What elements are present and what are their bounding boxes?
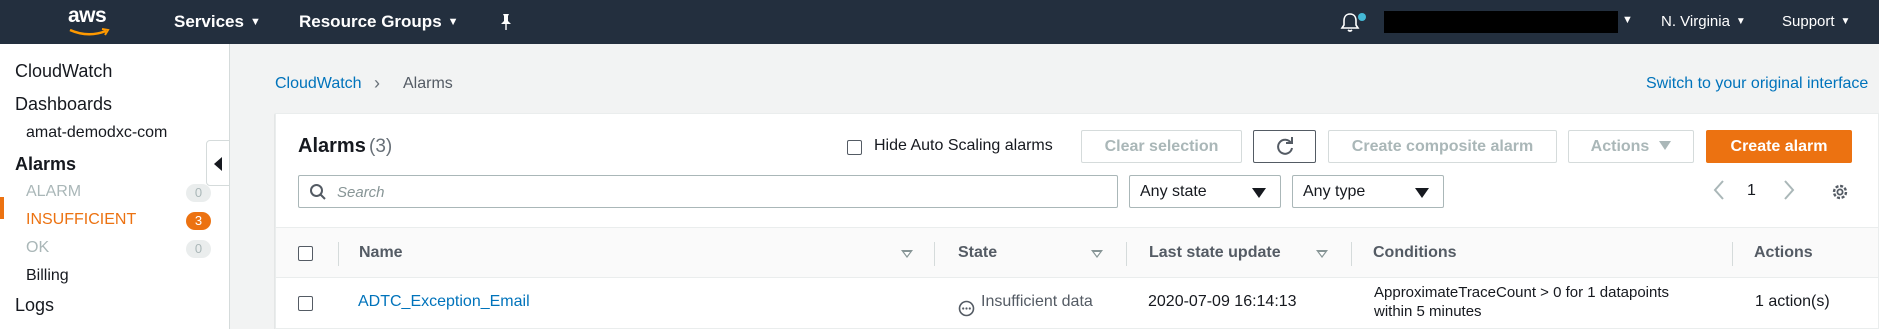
ok-count-badge: 0 bbox=[186, 240, 211, 258]
caret-down-icon bbox=[1252, 188, 1266, 198]
sort-icon[interactable] bbox=[1091, 250, 1103, 258]
alarm-count: (3) bbox=[369, 136, 393, 157]
account-menu-redacted[interactable] bbox=[1384, 11, 1618, 33]
column-header-state[interactable]: State bbox=[958, 244, 997, 262]
last-update-value: 2020-07-09 16:14:13 bbox=[1148, 293, 1297, 310]
switch-interface-link[interactable]: Switch to your original interface bbox=[1646, 75, 1868, 93]
sidebar-item-billing[interactable]: Billing bbox=[26, 267, 69, 285]
caret-left-icon bbox=[214, 157, 222, 171]
search-placeholder: Search bbox=[337, 184, 385, 201]
active-indicator bbox=[0, 197, 4, 219]
column-header-last-update[interactable]: Last state update bbox=[1149, 244, 1281, 262]
search-icon bbox=[310, 184, 326, 200]
row-select-checkbox[interactable] bbox=[298, 296, 313, 311]
alarm-name-link[interactable]: ADTC_Exception_Email bbox=[358, 293, 530, 311]
row-actions-count: 1 action(s) bbox=[1755, 293, 1830, 310]
aws-smile-icon bbox=[69, 28, 110, 36]
state-filter-select[interactable]: Any state bbox=[1129, 175, 1281, 208]
hide-autoscaling-checkbox[interactable] bbox=[847, 140, 862, 155]
notification-dot bbox=[1358, 13, 1366, 21]
refresh-button[interactable] bbox=[1253, 130, 1316, 163]
caret-down-icon bbox=[1659, 141, 1672, 150]
column-divider bbox=[1351, 242, 1352, 266]
column-header-actions: Actions bbox=[1754, 244, 1813, 261]
create-alarm-button[interactable]: Create alarm bbox=[1706, 130, 1852, 163]
sidebar-item-logs[interactable]: Logs bbox=[15, 295, 54, 316]
sidebar: CloudWatch Dashboards amat-demodxc-com A… bbox=[0, 44, 230, 329]
sort-icon[interactable] bbox=[1316, 250, 1328, 258]
sort-icon[interactable] bbox=[901, 250, 913, 258]
chevron-down-icon: ▼ bbox=[447, 16, 459, 28]
next-page-icon[interactable] bbox=[1782, 178, 1796, 202]
breadcrumb-cloudwatch[interactable]: CloudWatch bbox=[275, 75, 362, 93]
chevron-down-icon: ▼ bbox=[1840, 16, 1851, 27]
breadcrumb-separator-icon: › bbox=[374, 73, 380, 93]
sidebar-item-insufficient-state[interactable]: INSUFFICIENT bbox=[26, 211, 136, 229]
top-navigation-bar: aws Services ▼ Resource Groups ▼ ▼ N. Virg… bbox=[0, 0, 1879, 44]
caret-down-icon bbox=[1415, 188, 1429, 198]
clear-selection-button[interactable]: Clear selection bbox=[1081, 130, 1242, 163]
resource-groups-label: Resource Groups bbox=[299, 12, 442, 31]
column-divider bbox=[1126, 242, 1127, 266]
select-all-checkbox[interactable] bbox=[298, 246, 313, 261]
services-label: Services bbox=[174, 12, 244, 31]
collapse-sidebar-button[interactable] bbox=[206, 140, 230, 186]
actions-dropdown[interactable]: Actions bbox=[1568, 130, 1694, 163]
actions-label: Actions bbox=[1590, 138, 1650, 155]
chevron-down-icon: ▼ bbox=[249, 16, 261, 28]
support-menu[interactable]: Support ▼ bbox=[1782, 13, 1850, 30]
insufficient-data-icon bbox=[958, 300, 975, 317]
panel-title: Alarms bbox=[298, 135, 366, 157]
support-label: Support bbox=[1782, 13, 1835, 30]
column-divider bbox=[338, 242, 339, 266]
resource-groups-menu[interactable]: Resource Groups ▼ bbox=[299, 12, 459, 32]
conditions-line-2: within 5 minutes bbox=[1374, 303, 1482, 320]
hide-autoscaling-label[interactable]: Hide Auto Scaling alarms bbox=[874, 137, 1053, 155]
table-header: Name State Last state update Conditions … bbox=[276, 227, 1878, 278]
chevron-down-icon: ▼ bbox=[1735, 16, 1746, 27]
search-input[interactable]: Search bbox=[298, 175, 1118, 208]
column-divider bbox=[934, 242, 935, 266]
refresh-icon bbox=[1277, 137, 1293, 155]
region-label: N. Virginia bbox=[1661, 13, 1730, 30]
aws-logo-text: aws bbox=[68, 4, 107, 27]
column-header-conditions: Conditions bbox=[1373, 244, 1457, 261]
sidebar-item-dashboards[interactable]: Dashboards bbox=[15, 94, 112, 115]
sidebar-item-dashboard[interactable]: amat-demodxc-com bbox=[26, 124, 167, 142]
conditions-line-1: ApproximateTraceCount > 0 for 1 datapoin… bbox=[1374, 284, 1670, 301]
type-filter-value: Any type bbox=[1303, 183, 1366, 200]
alarm-count-badge: 0 bbox=[186, 184, 211, 202]
sidebar-item-alarm-state[interactable]: ALARM bbox=[26, 183, 81, 201]
create-composite-alarm-button[interactable]: Create composite alarm bbox=[1328, 130, 1557, 163]
type-filter-select[interactable]: Any type bbox=[1292, 175, 1444, 208]
alarms-panel: Alarms (3) Hide Auto Scaling alarms Clea… bbox=[275, 113, 1879, 329]
current-page-number[interactable]: 1 bbox=[1747, 182, 1756, 200]
previous-page-icon[interactable] bbox=[1712, 178, 1726, 202]
pin-icon[interactable] bbox=[498, 13, 514, 31]
column-header-name[interactable]: Name bbox=[359, 244, 403, 262]
sidebar-item-alarms[interactable]: Alarms bbox=[15, 154, 76, 175]
gear-icon[interactable] bbox=[1830, 182, 1850, 202]
services-menu[interactable]: Services ▼ bbox=[174, 12, 261, 32]
region-menu[interactable]: N. Virginia ▼ bbox=[1661, 13, 1746, 30]
sidebar-item-cloudwatch[interactable]: CloudWatch bbox=[15, 61, 112, 82]
account-chevron-down-icon[interactable]: ▼ bbox=[1622, 14, 1633, 26]
sidebar-item-ok-state[interactable]: OK bbox=[26, 239, 49, 257]
aws-logo[interactable]: aws bbox=[66, 4, 114, 40]
state-filter-value: Any state bbox=[1140, 183, 1207, 200]
breadcrumb-current: Alarms bbox=[403, 75, 453, 92]
column-divider bbox=[1732, 242, 1733, 266]
alarm-state-text: Insufficient data bbox=[981, 293, 1093, 310]
insufficient-count-badge: 3 bbox=[186, 212, 211, 230]
